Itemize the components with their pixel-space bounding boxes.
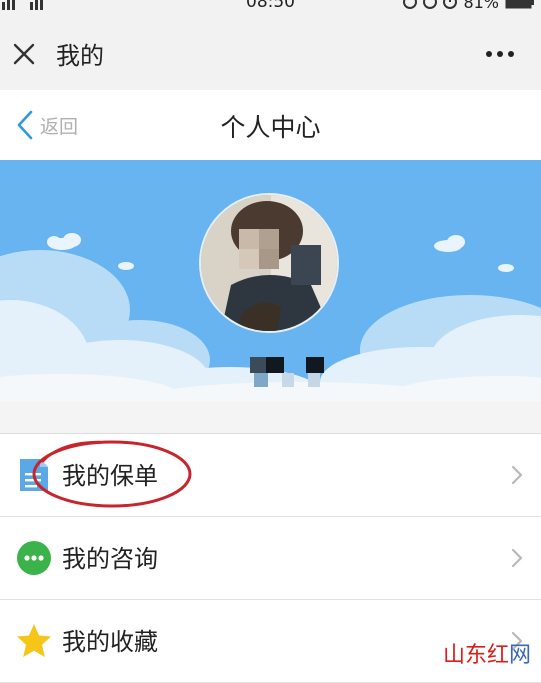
avatar-photo-icon — [201, 195, 337, 331]
alarm-icon — [443, 0, 458, 9]
watermark: 山东红网 — [443, 637, 531, 669]
section-divider — [0, 402, 541, 434]
status-time: 08:50 — [246, 0, 295, 12]
page-title: 个人中心 — [220, 113, 321, 142]
status-indicators: 81% — [403, 0, 535, 12]
watermark-accent: 网 — [508, 643, 531, 668]
more-icon[interactable] — [485, 50, 515, 58]
menu-item-my-policies[interactable]: 我的保单 — [0, 434, 541, 517]
lock-icon — [423, 0, 438, 9]
profile-banner — [0, 160, 541, 402]
battery-percent: 81% — [463, 0, 499, 12]
status-bar: 08:50 81% — [0, 0, 541, 14]
menu-item-label: 我的收藏 — [62, 628, 158, 656]
window-title: 我的 — [56, 42, 104, 70]
document-icon — [20, 459, 48, 491]
chevron-right-icon — [511, 548, 523, 568]
vibrate-icon — [403, 0, 418, 9]
menu-item-label: 我的保单 — [62, 462, 158, 490]
watermark-main: 山东红 — [442, 643, 509, 668]
avatar[interactable] — [199, 193, 339, 333]
menu-item-my-consultations[interactable]: 我的咨询 — [0, 517, 541, 600]
battery-icon — [505, 0, 534, 9]
nav-bar: 返回 个人中心 — [0, 90, 541, 160]
username-blurred — [250, 357, 324, 387]
chat-bubble-icon — [17, 541, 51, 575]
menu-item-label: 我的咨询 — [62, 545, 158, 573]
close-icon[interactable] — [12, 42, 36, 66]
chevron-right-icon — [511, 465, 523, 485]
signal-icon — [2, 0, 43, 10]
star-icon — [17, 624, 51, 657]
title-bar: 我的 — [0, 14, 541, 90]
